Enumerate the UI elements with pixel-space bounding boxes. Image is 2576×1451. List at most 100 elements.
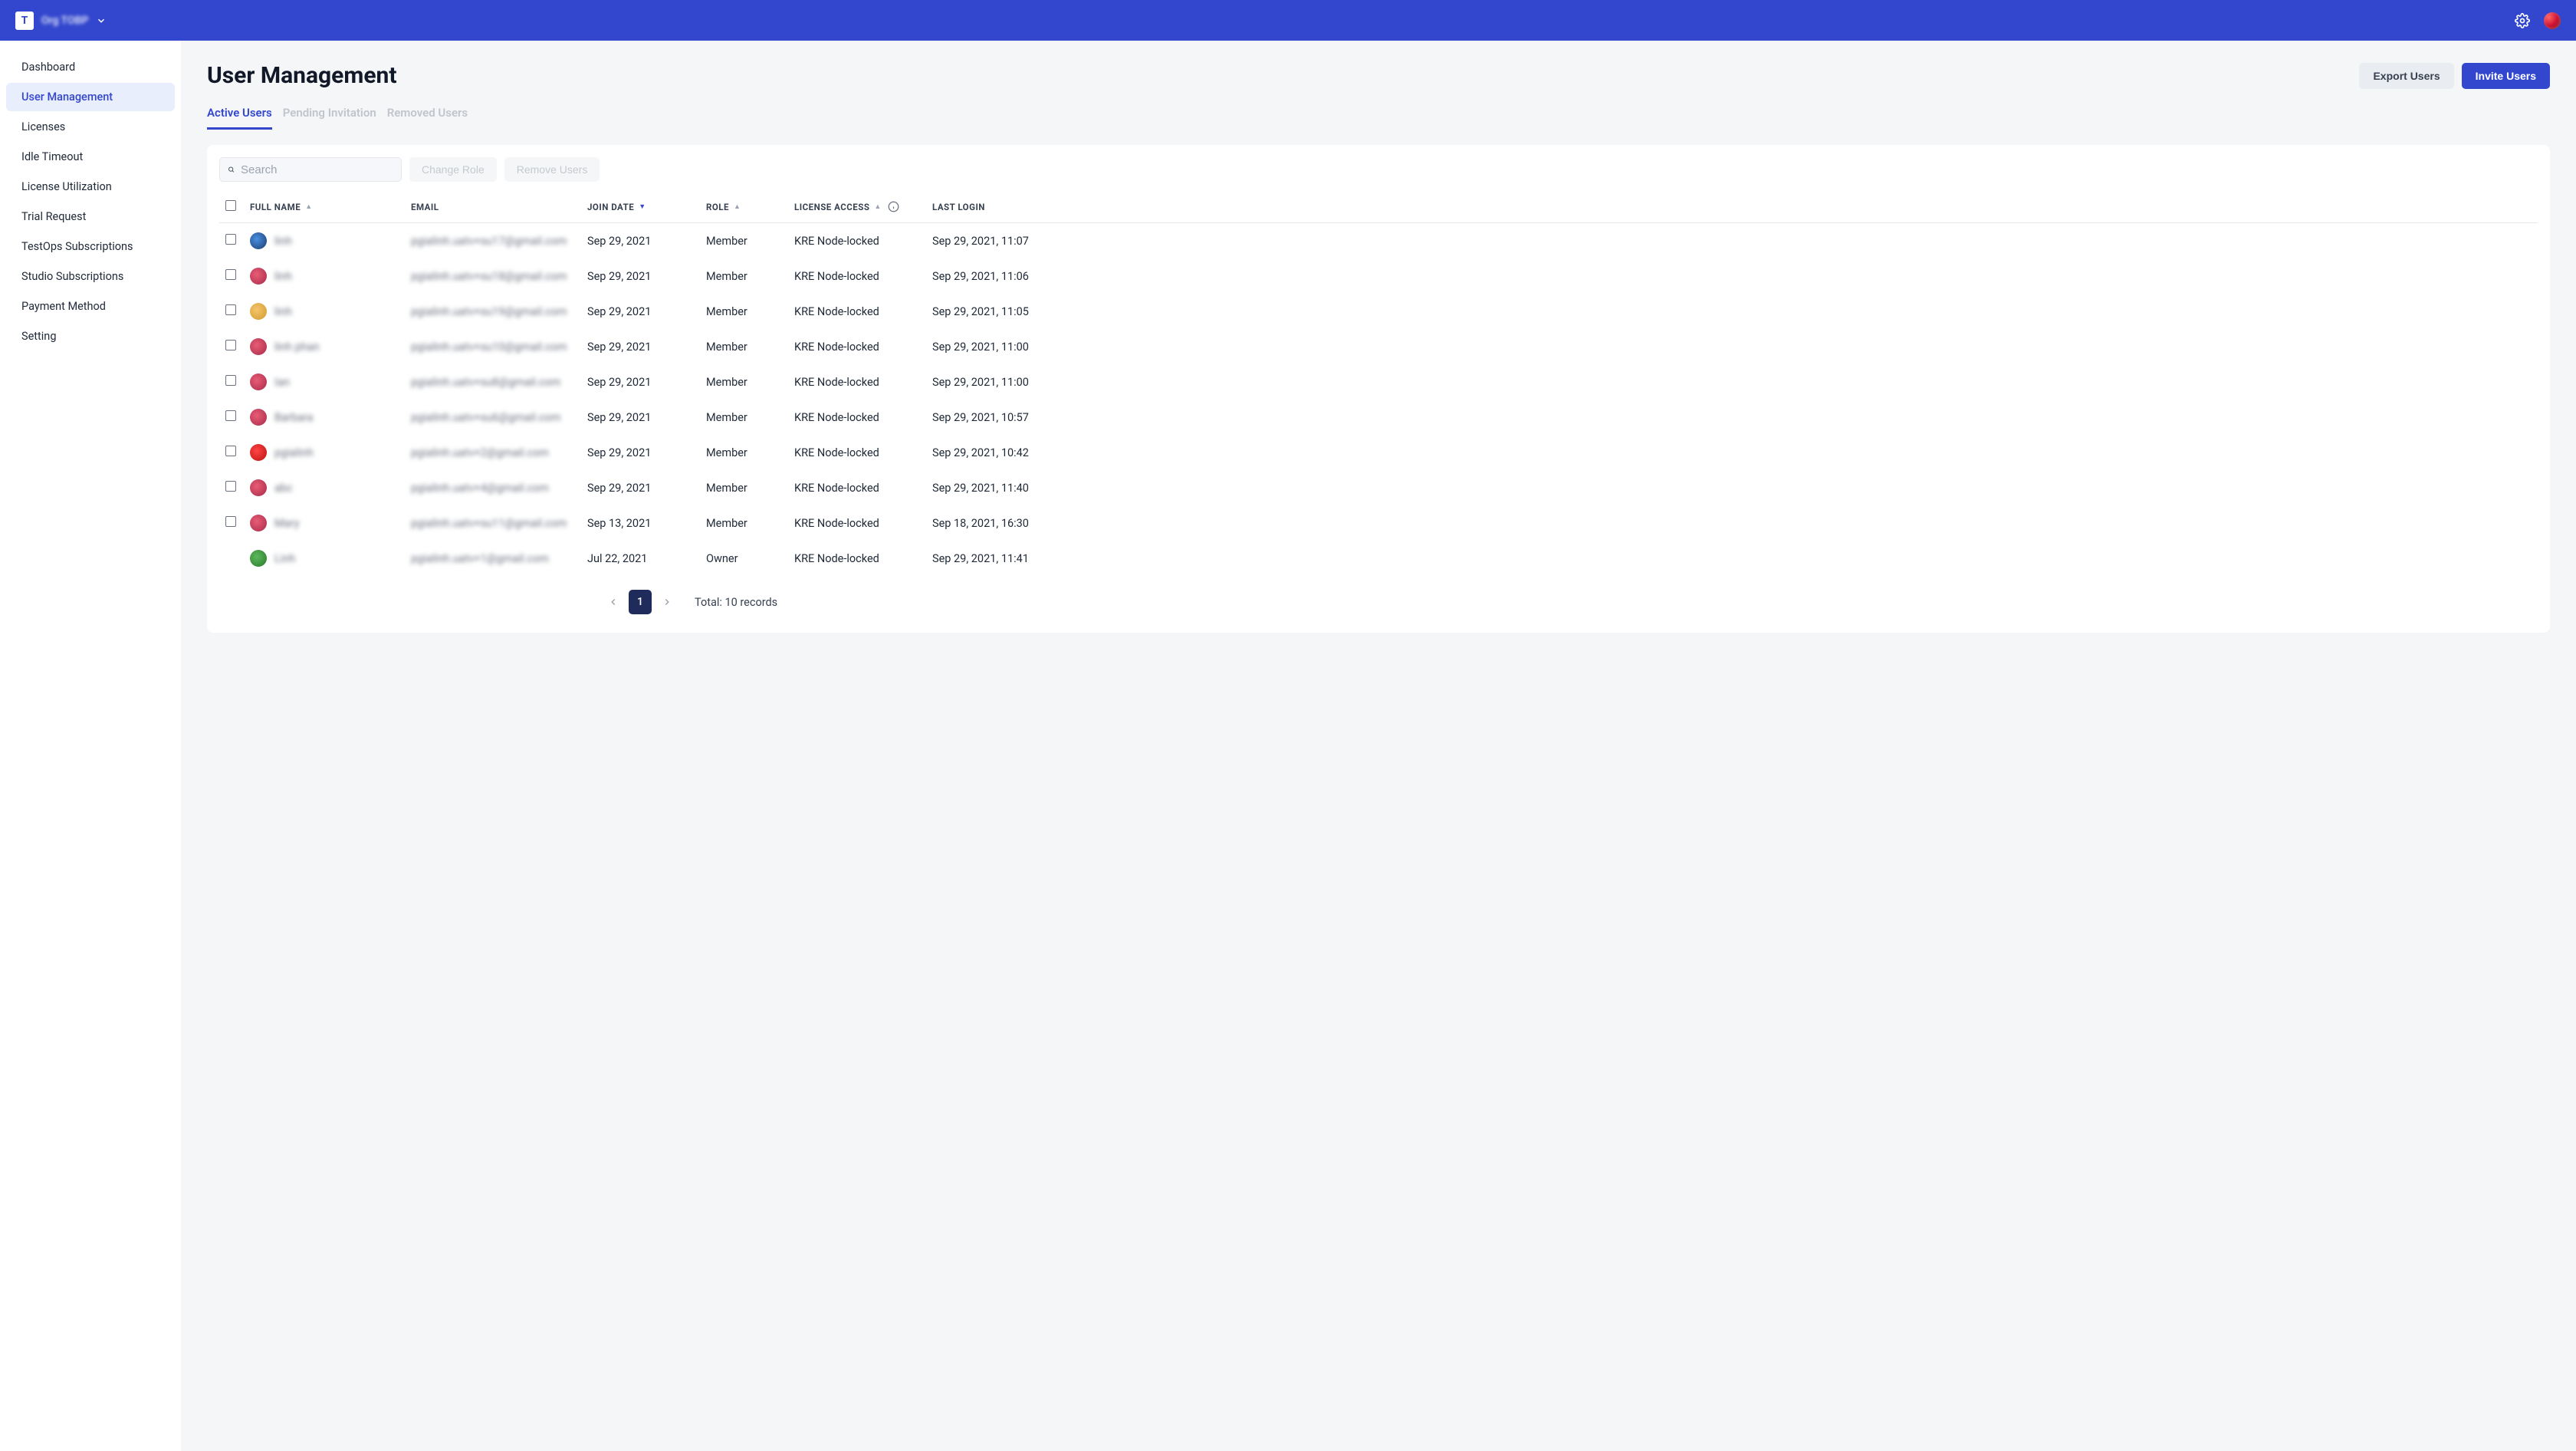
row-checkbox[interactable]	[225, 304, 236, 315]
tab-active-users[interactable]: Active Users	[207, 106, 272, 130]
last-login: Sep 29, 2021, 11:41	[926, 541, 2538, 576]
avatar	[250, 515, 267, 531]
role: Member	[700, 400, 788, 435]
gear-icon[interactable]	[2515, 13, 2530, 28]
row-checkbox[interactable]	[225, 269, 236, 280]
license-access: KRE Node-locked	[788, 294, 926, 329]
export-users-button[interactable]: Export Users	[2359, 63, 2453, 89]
col-license-access[interactable]: LICENSE ACCESS	[794, 202, 869, 212]
remove-users-button[interactable]: Remove Users	[504, 157, 600, 182]
sidebar-item-user-management[interactable]: User Management	[6, 83, 175, 111]
last-login: Sep 29, 2021, 10:57	[926, 400, 2538, 435]
role: Member	[700, 364, 788, 400]
user-email: pgialinh.uatv+su10@gmail.com	[411, 341, 567, 354]
role: Member	[700, 223, 788, 259]
last-login: Sep 29, 2021, 11:07	[926, 223, 2538, 259]
last-login: Sep 29, 2021, 11:00	[926, 364, 2538, 400]
role: Owner	[700, 541, 788, 576]
table-row: Linh pgialinh.uatv+1@gmail.com Jul 22, 2…	[219, 541, 2538, 576]
role: Member	[700, 329, 788, 364]
row-checkbox[interactable]	[225, 234, 236, 245]
avatar	[250, 268, 267, 285]
sidebar-item-studio-subscriptions[interactable]: Studio Subscriptions	[6, 262, 175, 291]
user-name: linh	[274, 305, 292, 318]
user-name: Mary	[274, 517, 299, 530]
row-checkbox[interactable]	[225, 410, 236, 421]
user-email: pgialinh.uatv+2@gmail.com	[411, 446, 549, 459]
avatar	[250, 303, 267, 320]
sidebar-item-testops-subscriptions[interactable]: TestOps Subscriptions	[6, 232, 175, 261]
change-role-button[interactable]: Change Role	[409, 157, 497, 182]
sidebar-item-license-utilization[interactable]: License Utilization	[6, 173, 175, 201]
col-join-date[interactable]: JOIN DATE	[587, 202, 634, 212]
next-page-button[interactable]	[656, 591, 678, 613]
avatar	[250, 232, 267, 249]
table-row: linh pgialinh.uatv+su18@gmail.com Sep 29…	[219, 258, 2538, 294]
license-access: KRE Node-locked	[788, 541, 926, 576]
col-email[interactable]: EMAIL	[411, 202, 439, 212]
sidebar-item-payment-method[interactable]: Payment Method	[6, 292, 175, 321]
row-checkbox[interactable]	[225, 340, 236, 350]
table-row: linh phan pgialinh.uatv+su10@gmail.com S…	[219, 329, 2538, 364]
user-email: pgialinh.uatv+su17@gmail.com	[411, 235, 567, 248]
sidebar-item-licenses[interactable]: Licenses	[6, 113, 175, 141]
row-checkbox[interactable]	[225, 375, 236, 386]
avatar	[250, 444, 267, 461]
role: Member	[700, 470, 788, 505]
role: Member	[700, 505, 788, 541]
page-number[interactable]: 1	[629, 590, 652, 614]
info-icon[interactable]	[888, 201, 899, 212]
org-switcher[interactable]: T Org TOBP	[15, 12, 107, 30]
total-records: Total: 10 records	[695, 596, 777, 609]
sort-arrow-icon: ▲	[874, 202, 881, 211]
table-row: Ian pgialinh.uatv+su8@gmail.com Sep 29, …	[219, 364, 2538, 400]
user-name: Barbara	[274, 411, 313, 424]
col-full-name[interactable]: FULL NAME	[250, 202, 301, 212]
role: Member	[700, 435, 788, 470]
last-login: Sep 29, 2021, 11:40	[926, 470, 2538, 505]
topbar: T Org TOBP	[0, 0, 2576, 41]
user-avatar[interactable]	[2544, 12, 2561, 29]
sidebar-item-dashboard[interactable]: Dashboard	[6, 53, 175, 81]
user-email: pgialinh.uatv+1@gmail.com	[411, 552, 549, 565]
join-date: Sep 29, 2021	[581, 258, 700, 294]
license-access: KRE Node-locked	[788, 505, 926, 541]
col-role[interactable]: ROLE	[706, 202, 729, 212]
table-row: pgialinh pgialinh.uatv+2@gmail.com Sep 2…	[219, 435, 2538, 470]
org-name: Org TOBP	[41, 15, 88, 27]
avatar	[250, 373, 267, 390]
tab-pending-invitation[interactable]: Pending Invitation	[283, 106, 376, 130]
user-name: Ian	[274, 376, 290, 389]
row-checkbox[interactable]	[225, 516, 236, 527]
user-email: pgialinh.uatv+su6@gmail.com	[411, 411, 560, 424]
user-email: pgialinh.uatv+su11@gmail.com	[411, 517, 567, 530]
select-all-checkbox[interactable]	[225, 200, 236, 211]
user-email: pgialinh.uatv+4@gmail.com	[411, 482, 549, 495]
license-access: KRE Node-locked	[788, 329, 926, 364]
row-checkbox[interactable]	[225, 446, 236, 456]
last-login: Sep 29, 2021, 11:00	[926, 329, 2538, 364]
join-date: Sep 29, 2021	[581, 223, 700, 259]
last-login: Sep 29, 2021, 11:05	[926, 294, 2538, 329]
license-access: KRE Node-locked	[788, 258, 926, 294]
sidebar-item-setting[interactable]: Setting	[6, 322, 175, 350]
users-table: FULL NAME▲ EMAIL JOIN DATE▼ ROLE▲ LICENS…	[219, 191, 2538, 576]
license-access: KRE Node-locked	[788, 470, 926, 505]
user-email: pgialinh.uatv+su8@gmail.com	[411, 376, 560, 389]
user-name: linh phan	[274, 341, 320, 354]
col-last-login[interactable]: LAST LOGIN	[932, 202, 985, 212]
user-name: pgialinh	[274, 446, 314, 459]
row-checkbox[interactable]	[225, 481, 236, 492]
join-date: Sep 29, 2021	[581, 329, 700, 364]
table-row: linh pgialinh.uatv+su19@gmail.com Sep 29…	[219, 294, 2538, 329]
sidebar-item-trial-request[interactable]: Trial Request	[6, 202, 175, 231]
join-date: Sep 29, 2021	[581, 400, 700, 435]
sidebar-item-idle-timeout[interactable]: Idle Timeout	[6, 143, 175, 171]
prev-page-button[interactable]	[603, 591, 624, 613]
search-input[interactable]	[241, 163, 393, 176]
tab-removed-users[interactable]: Removed Users	[387, 106, 468, 130]
license-access: KRE Node-locked	[788, 364, 926, 400]
avatar	[250, 338, 267, 355]
join-date: Sep 29, 2021	[581, 294, 700, 329]
invite-users-button[interactable]: Invite Users	[2462, 63, 2550, 89]
